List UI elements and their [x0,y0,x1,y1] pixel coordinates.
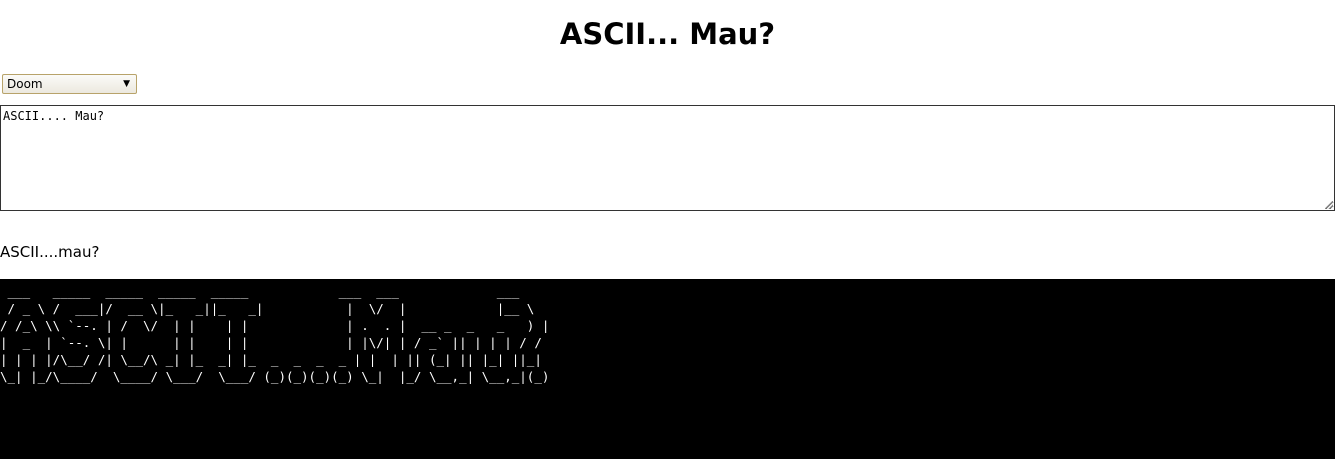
font-select-dropdown[interactable]: Doom ▼ [2,74,137,94]
page: ASCII... Mau? Doom ▼ ASCII.... Mau? ASCI… [0,0,1335,459]
output-caption: ASCII....mau? [0,243,100,261]
page-title: ASCII... Mau? [559,17,776,51]
resize-grip-icon[interactable] [1325,201,1333,209]
font-select-value: Doom [7,77,43,91]
ascii-art-output: ___ _____ _____ _____ _____ ___ ___ ___ … [0,279,1335,459]
chevron-down-icon: ▼ [123,79,130,89]
ascii-text-input[interactable]: ASCII.... Mau? [0,105,1335,211]
